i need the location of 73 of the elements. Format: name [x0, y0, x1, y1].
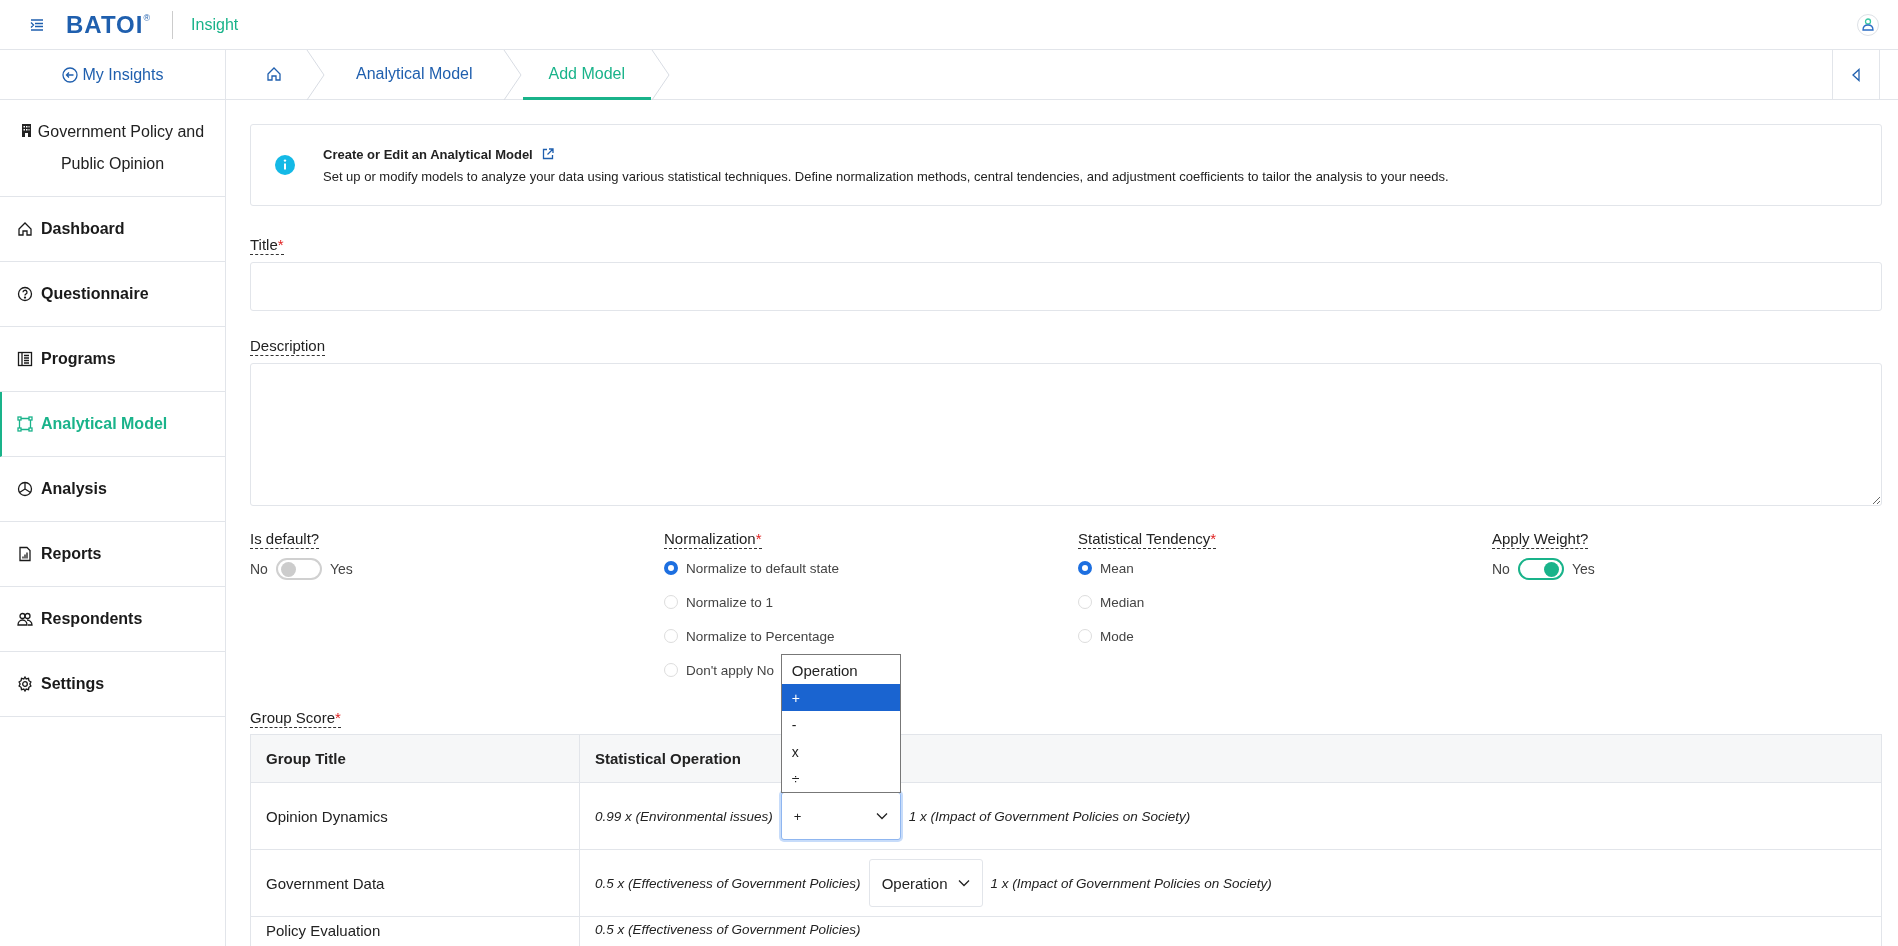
- toggle-switch[interactable]: [1517, 558, 1564, 580]
- table-cell-text: Opinion Dynamics: [265, 806, 389, 827]
- gear-icon: [17, 676, 33, 692]
- table-cell-text: Government Data: [265, 873, 386, 894]
- radio-label: Mean: [1100, 560, 1134, 576]
- question-icon: [17, 286, 33, 302]
- toggle-label: Yes: [1571, 561, 1595, 577]
- field-label: Statistical Tendency*: [1078, 530, 1217, 549]
- radio-label: Normalize to Percentage: [686, 628, 835, 644]
- info-icon: [275, 155, 295, 175]
- my-insights-link[interactable]: My Insights: [0, 50, 225, 100]
- sidebar-item[interactable]: Dashboard: [0, 197, 225, 262]
- info-description: Set up or modify models to analyze your data using various statistical techniques. Define normalization methods, central tendencies, and adjustment coefficients to tailor the analysis to your needs.: [323, 168, 1449, 184]
- toggle-label: No: [250, 561, 268, 577]
- sidebar-item[interactable]: Programs: [0, 327, 225, 392]
- expression-text: 0.99 x (Environmental issues): [595, 808, 773, 824]
- field-label: Title*: [250, 236, 284, 255]
- radio-label: Median: [1100, 594, 1145, 610]
- radio-label: Normalize to default state: [686, 560, 840, 576]
- sidebar-item[interactable]: Settings: [0, 652, 225, 717]
- operator-dropdown[interactable]: Operation: [868, 859, 983, 907]
- info-title: Create or Edit an Analytical Model: [323, 146, 533, 162]
- bar-chart-file-icon: [17, 546, 33, 562]
- field-label: Group Score*: [250, 709, 341, 728]
- building-icon: [20, 123, 32, 138]
- triangle-left-icon: [1851, 67, 1861, 82]
- sidebar-item[interactable]: Analysis: [0, 457, 225, 522]
- external-link-icon: [541, 148, 554, 160]
- home-icon: [17, 221, 33, 237]
- home-icon: [266, 65, 282, 82]
- toggle-label: No: [1492, 561, 1510, 577]
- sidebar-item[interactable]: Questionnaire: [0, 262, 225, 327]
- sidebar-item[interactable]: Respondents: [0, 587, 225, 652]
- list-icon: [17, 351, 33, 367]
- menu-icon: [30, 18, 44, 31]
- app-name: Insight: [191, 15, 239, 34]
- operator-dropdown[interactable]: +: [780, 792, 901, 840]
- field-label: Apply Weight?: [1492, 530, 1589, 549]
- toggle-switch[interactable]: [275, 558, 322, 580]
- project-name: Government Policy and Public Opinion: [12, 116, 213, 180]
- pie-chart-icon: [17, 481, 33, 497]
- radio-button[interactable]: [664, 561, 678, 575]
- toggle-label: Yes: [329, 561, 353, 577]
- user-avatar-button[interactable]: [1857, 13, 1879, 36]
- dropdown-option[interactable]: ÷: [781, 765, 900, 792]
- dropdown-option[interactable]: +: [781, 684, 900, 711]
- chevron-down-icon: [875, 812, 888, 820]
- user-icon: [1862, 18, 1874, 31]
- field-label: Is default?: [250, 530, 320, 549]
- breadcrumb-link[interactable]: Analytical Model: [326, 50, 503, 100]
- radio-button[interactable]: [1078, 561, 1092, 575]
- radio-label: Don't apply No: [686, 662, 775, 678]
- chevron-down-icon: [957, 879, 970, 887]
- field-label: Normalization*: [664, 530, 762, 549]
- expression-text: 0.5 x (Effectiveness of Government Policies): [595, 875, 861, 891]
- expression-text: 1 x (Impact of Government Policies on Society): [990, 875, 1272, 891]
- description-input[interactable]: [250, 363, 1882, 506]
- radio-label: Mode: [1100, 628, 1134, 644]
- dropdown-option[interactable]: -: [781, 711, 900, 738]
- column-header: Group Title: [265, 749, 347, 769]
- dropdown-option[interactable]: x: [781, 738, 900, 765]
- expression-text: 1 x (Impact of Government Policies on Society): [908, 808, 1191, 824]
- dropdown-option[interactable]: Operation: [781, 657, 900, 684]
- nodes-icon: [17, 416, 33, 432]
- title-input[interactable]: [250, 262, 1882, 311]
- radio-label: Normalize to 1: [686, 594, 774, 610]
- expression-text: 0.5 x (Effectiveness of Government Policies): [595, 922, 861, 937]
- field-label: Description: [250, 337, 326, 356]
- table-cell-text: Policy Evaluation: [265, 921, 382, 941]
- collapse-panel-button[interactable]: [1832, 50, 1880, 99]
- logo: BATOI®: [66, 11, 151, 38]
- sidebar-item[interactable]: Reports: [0, 522, 225, 587]
- users-icon: [17, 611, 33, 627]
